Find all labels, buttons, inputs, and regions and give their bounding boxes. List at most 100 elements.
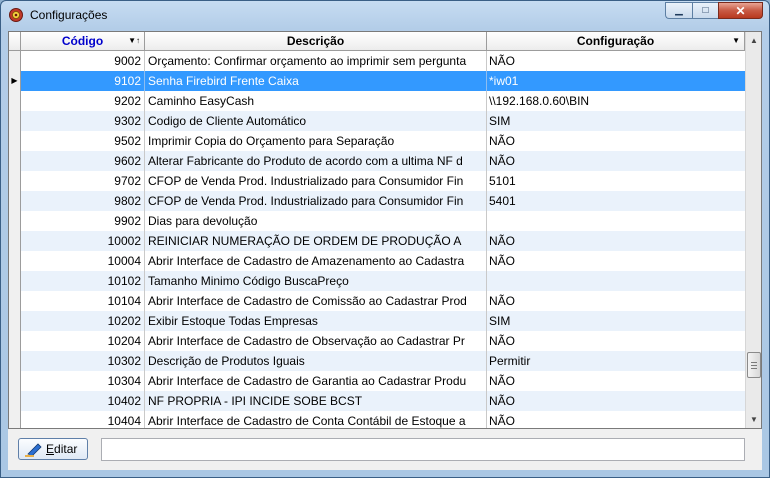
row-indicator[interactable]	[9, 131, 21, 151]
cell-configuracao[interactable]: NÃO	[487, 51, 745, 71]
scroll-thumb[interactable]	[747, 352, 761, 378]
cell-descricao[interactable]: Senha Firebird Frente Caixa	[145, 71, 487, 91]
scroll-up-icon[interactable]: ▲	[746, 32, 761, 49]
cell-codigo[interactable]: 10202	[21, 311, 145, 331]
table-row[interactable]: 9602 Alterar Fabricante do Produto de aco…	[9, 151, 745, 171]
close-button[interactable]: ✕	[718, 2, 763, 19]
cell-codigo[interactable]: 10102	[21, 271, 145, 291]
cell-codigo[interactable]: 10204	[21, 331, 145, 351]
cell-codigo[interactable]: 10404	[21, 411, 145, 428]
row-indicator[interactable]	[9, 151, 21, 171]
cell-descricao[interactable]: Abrir Interface de Cadastro de Conta Con…	[145, 411, 487, 428]
cell-codigo[interactable]: 10104	[21, 291, 145, 311]
cell-codigo[interactable]: 9202	[21, 91, 145, 111]
table-row[interactable]: 9902 Dias para devolução	[9, 211, 745, 231]
cell-descricao[interactable]: Descrição de Produtos Iguais	[145, 351, 487, 371]
minimize-button[interactable]: ▁	[665, 2, 692, 19]
maximize-button[interactable]: □	[692, 2, 718, 19]
vertical-scrollbar[interactable]: ▲ ▼	[745, 32, 761, 428]
title-bar[interactable]: Configurações ▁ □ ✕	[1, 1, 769, 31]
cell-configuracao[interactable]	[487, 271, 745, 291]
cell-codigo[interactable]: 10304	[21, 371, 145, 391]
cell-configuracao[interactable]: Permitir	[487, 351, 745, 371]
cell-descricao[interactable]: Alterar Fabricante do Produto de acordo …	[145, 151, 487, 171]
table-row[interactable]: 9302 Codigo de Cliente Automático SIM	[9, 111, 745, 131]
edit-value-input[interactable]	[101, 438, 745, 461]
cell-configuracao[interactable]: NÃO	[487, 411, 745, 428]
cell-descricao[interactable]: Caminho EasyCash	[145, 91, 487, 111]
cell-codigo[interactable]: 10004	[21, 251, 145, 271]
cell-descricao[interactable]: Imprimir Copia do Orçamento para Separaç…	[145, 131, 487, 151]
row-indicator[interactable]	[9, 391, 21, 411]
cell-codigo[interactable]: 9002	[21, 51, 145, 71]
table-row[interactable]: 9802 CFOP de Venda Prod. Industrializado …	[9, 191, 745, 211]
table-row[interactable]: 9502 Imprimir Copia do Orçamento para Sep…	[9, 131, 745, 151]
cell-descricao[interactable]: CFOP de Venda Prod. Industrializado para…	[145, 191, 487, 211]
cell-descricao[interactable]: Orçamento: Confirmar orçamento ao imprim…	[145, 51, 487, 71]
cell-descricao[interactable]: Abrir Interface de Cadastro de Observaçã…	[145, 331, 487, 351]
cell-configuracao[interactable]: NÃO	[487, 391, 745, 411]
table-row[interactable]: 10202 Exibir Estoque Todas Empresas SIM	[9, 311, 745, 331]
cell-configuracao[interactable]: NÃO	[487, 291, 745, 311]
table-row[interactable]: ▶ 9102 Senha Firebird Frente Caixa *iw01	[9, 71, 745, 91]
row-indicator[interactable]: ▶	[9, 71, 21, 91]
cell-configuracao[interactable]: *iw01	[487, 71, 745, 91]
cell-codigo[interactable]: 10402	[21, 391, 145, 411]
cell-configuracao[interactable]: \\192.168.0.60\BIN	[487, 91, 745, 111]
row-indicator[interactable]	[9, 91, 21, 111]
edit-button[interactable]: Editar	[18, 438, 88, 460]
cell-descricao[interactable]: Dias para devolução	[145, 211, 487, 231]
row-indicator[interactable]	[9, 231, 21, 251]
row-indicator[interactable]	[9, 411, 21, 428]
cell-configuracao[interactable]	[487, 211, 745, 231]
column-header-descricao[interactable]: Descrição	[145, 32, 487, 51]
cell-descricao[interactable]: Abrir Interface de Cadastro de Amazename…	[145, 251, 487, 271]
cell-descricao[interactable]: REINICIAR NUMERAÇÃO DE ORDEM DE PRODUÇÃO…	[145, 231, 487, 251]
cell-codigo[interactable]: 9902	[21, 211, 145, 231]
table-row[interactable]: 10104 Abrir Interface de Cadastro de Comi…	[9, 291, 745, 311]
table-row[interactable]: 9702 CFOP de Venda Prod. Industrializado …	[9, 171, 745, 191]
cell-configuracao[interactable]: NÃO	[487, 151, 745, 171]
scroll-down-icon[interactable]: ▼	[746, 411, 761, 428]
cell-configuracao[interactable]: SIM	[487, 311, 745, 331]
column-header-codigo[interactable]: Código ▼↑	[21, 32, 145, 51]
cell-configuracao[interactable]: 5401	[487, 191, 745, 211]
table-row[interactable]: 9202 Caminho EasyCash \\192.168.0.60\BIN	[9, 91, 745, 111]
row-indicator[interactable]	[9, 171, 21, 191]
row-indicator[interactable]	[9, 51, 21, 71]
table-row[interactable]: 10304 Abrir Interface de Cadastro de Gara…	[9, 371, 745, 391]
row-indicator[interactable]	[9, 331, 21, 351]
row-indicator[interactable]	[9, 211, 21, 231]
cell-descricao[interactable]: CFOP de Venda Prod. Industrializado para…	[145, 171, 487, 191]
row-indicator[interactable]	[9, 311, 21, 331]
table-row[interactable]: 10004 Abrir Interface de Cadastro de Amaz…	[9, 251, 745, 271]
row-indicator[interactable]	[9, 351, 21, 371]
cell-codigo[interactable]: 10002	[21, 231, 145, 251]
cell-configuracao[interactable]: NÃO	[487, 251, 745, 271]
table-row[interactable]: 10102 Tamanho Minimo Código BuscaPreço	[9, 271, 745, 291]
cell-codigo[interactable]: 9702	[21, 171, 145, 191]
table-row[interactable]: 10404 Abrir Interface de Cadastro de Cont…	[9, 411, 745, 428]
cell-configuracao[interactable]: SIM	[487, 111, 745, 131]
row-indicator[interactable]	[9, 291, 21, 311]
row-indicator[interactable]	[9, 371, 21, 391]
table-row[interactable]: 10402 NF PROPRIA - IPI INCIDE SOBE BCST NÃ…	[9, 391, 745, 411]
cell-codigo[interactable]: 9102	[21, 71, 145, 91]
cell-codigo[interactable]: 10302	[21, 351, 145, 371]
row-indicator[interactable]	[9, 251, 21, 271]
column-header-configuracao[interactable]: Configuração ▼	[487, 32, 745, 51]
table-row[interactable]: 10302 Descrição de Produtos Iguais Permiti…	[9, 351, 745, 371]
cell-descricao[interactable]: Exibir Estoque Todas Empresas	[145, 311, 487, 331]
cell-codigo[interactable]: 9302	[21, 111, 145, 131]
cell-configuracao[interactable]: NÃO	[487, 131, 745, 151]
cell-configuracao[interactable]: NÃO	[487, 231, 745, 251]
column-dropdown-icon[interactable]: ▼	[732, 32, 740, 50]
cell-descricao[interactable]: Abrir Interface de Cadastro de Comissão …	[145, 291, 487, 311]
cell-descricao[interactable]: Abrir Interface de Cadastro de Garantia …	[145, 371, 487, 391]
cell-descricao[interactable]: Codigo de Cliente Automático	[145, 111, 487, 131]
row-indicator[interactable]	[9, 111, 21, 131]
cell-codigo[interactable]: 9602	[21, 151, 145, 171]
cell-codigo[interactable]: 9502	[21, 131, 145, 151]
table-row[interactable]: 10204 Abrir Interface de Cadastro de Obse…	[9, 331, 745, 351]
table-row[interactable]: 9002 Orçamento: Confirmar orçamento ao im…	[9, 51, 745, 71]
